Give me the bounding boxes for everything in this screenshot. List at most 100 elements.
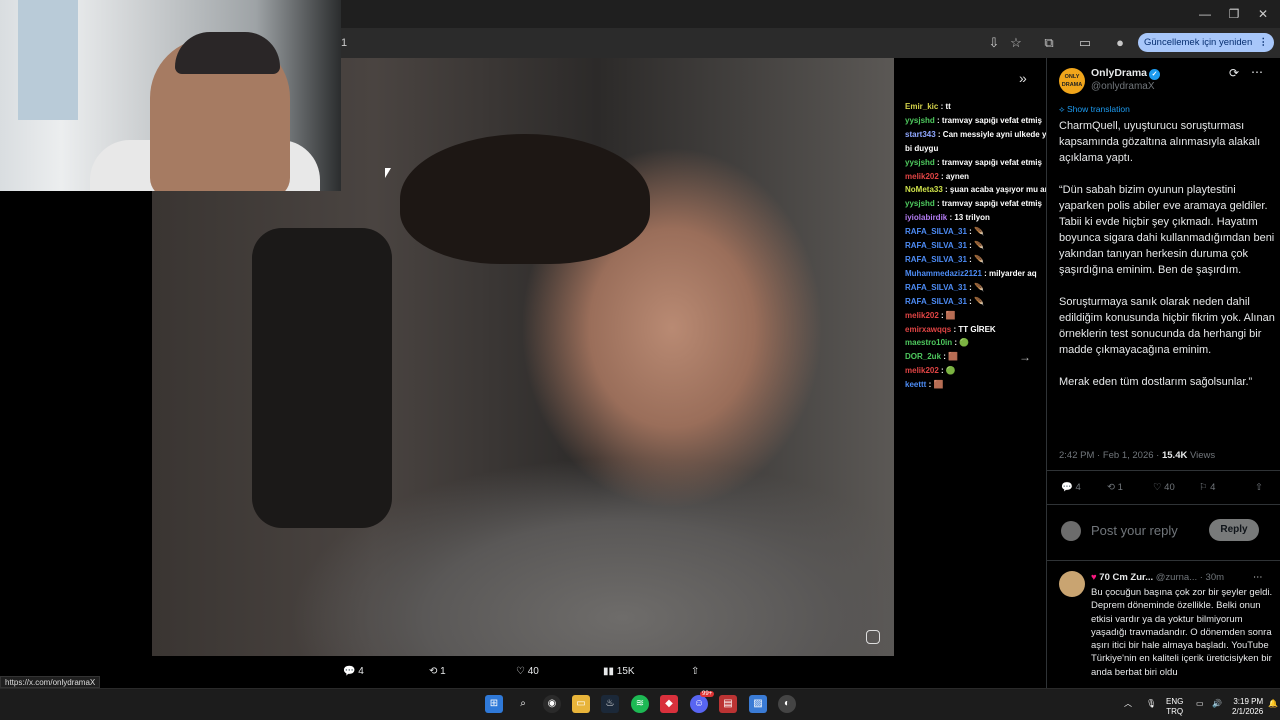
chat-username[interactable]: RAFA_SILVA_31 [905, 255, 967, 264]
chat-username[interactable]: keettt [905, 380, 926, 389]
author-handle[interactable]: @onlydramaX [1091, 81, 1155, 92]
bookmark-action[interactable]: ⚐ 4 [1199, 482, 1215, 493]
reply-more-icon[interactable]: ⋯ [1253, 572, 1263, 583]
reply-author-name[interactable]: 70 Cm Zur... [1099, 572, 1153, 583]
reply-time[interactable]: · 30m [1200, 572, 1224, 583]
chrome-icon[interactable]: ◉ [543, 695, 561, 713]
chat-username[interactable]: yysjshd [905, 116, 935, 125]
maximize-button[interactable]: ❐ [1219, 4, 1249, 24]
media-like-action[interactable]: ♡ 40 [516, 662, 539, 682]
microphone-icon[interactable]: 🎙 [1146, 699, 1156, 709]
discord-badge: 99+ [700, 691, 715, 697]
discord-icon[interactable]: ☺ [690, 695, 708, 713]
language-indicator[interactable]: ENG TRQ [1166, 697, 1183, 717]
chat-message: RAFA_SILVA_31 : 🪶 [894, 281, 1054, 295]
repost-action[interactable]: ⟲ 1 [1107, 482, 1123, 493]
address-bar[interactable]: 1 [341, 34, 961, 52]
close-button[interactable]: ✕ [1248, 4, 1278, 24]
reply-author-avatar[interactable] [1059, 571, 1085, 597]
profile-avatar-icon[interactable]: ● [1111, 34, 1129, 52]
tweet-paragraph: CharmQuell, uyuşturucu soruşturması kaps… [1059, 120, 1261, 164]
chat-username[interactable]: yysjshd [905, 199, 935, 208]
heart-emoji-icon: ♥ [1091, 572, 1097, 583]
verified-badge-icon: ✓ [1149, 69, 1161, 80]
search-icon[interactable]: ⌕ [514, 695, 532, 713]
author-name[interactable]: OnlyDrama [1091, 67, 1147, 79]
app-red-icon[interactable]: ◆ [660, 695, 678, 713]
tweet-timestamp[interactable]: 2:42 PM · Feb 1, 2026 · [1059, 450, 1162, 461]
chat-text: : Can messiyle ayni ulkede yasamak nasil [937, 129, 1054, 139]
chat-username[interactable]: start343 [905, 130, 936, 139]
cast-icon[interactable]: ▭ [1076, 34, 1094, 52]
extensions-icon[interactable]: ⧉ [1040, 34, 1058, 52]
network-icon[interactable]: ▭ [1196, 699, 1204, 709]
obs-icon[interactable]: ◐ [778, 695, 796, 713]
next-arrow-icon[interactable]: → [1019, 350, 1031, 364]
media-reply-action[interactable]: 💬 4 [343, 662, 364, 682]
grok-icon[interactable]: ⟳ [1229, 66, 1239, 80]
reply-input[interactable]: Post your reply [1091, 523, 1178, 538]
reply-author-handle[interactable]: @zurna... [1156, 572, 1197, 583]
steam-icon[interactable]: ♨ [601, 695, 619, 713]
chat-username[interactable]: RAFA_SILVA_31 [905, 283, 967, 292]
webcam-window-shape [18, 0, 78, 120]
minimize-button[interactable]: — [1190, 4, 1220, 24]
like-action[interactable]: ♡ 40 [1153, 482, 1175, 493]
tweet-panel: ONLY DRAMA OnlyDrama ✓ @onlydramaX ⟳ ⋯ ⟡ … [1046, 58, 1280, 688]
clock[interactable]: 3:19 PM 2/1/2026 [1232, 697, 1263, 717]
chat-username[interactable]: RAFA_SILVA_31 [905, 241, 967, 250]
reply-button[interactable]: Reply [1209, 519, 1259, 541]
photos-icon[interactable]: ▨ [749, 695, 767, 713]
chat-username[interactable]: RAFA_SILVA_31 [905, 297, 967, 306]
browser-menu-icon[interactable]: ⋮ [1259, 33, 1269, 52]
author-avatar[interactable]: ONLY DRAMA [1059, 68, 1085, 94]
chat-message: RAFA_SILVA_31 : 🪶 [894, 239, 1054, 253]
chat-message: melik202 : 🟢 [894, 364, 1054, 378]
chat-message: yysjshd : tramvay sapığı vefat etmiş [894, 156, 1054, 170]
collapse-chevron-icon[interactable]: » [1019, 70, 1027, 86]
media-views-action[interactable]: ▮▮ 15K [603, 662, 635, 682]
chat-username[interactable]: DOR_2uk [905, 352, 941, 361]
bookmark-star-icon[interactable]: ☆ [1007, 34, 1025, 52]
winrar-icon[interactable]: ▤ [719, 695, 737, 713]
chat-message: melik202 : aynen [894, 170, 1054, 184]
file-explorer-icon[interactable]: ▭ [572, 695, 590, 713]
media-share-icon[interactable]: ⇧ [691, 662, 699, 682]
reply-action[interactable]: 💬 4 [1061, 482, 1081, 493]
user-avatar [1061, 521, 1081, 541]
chat-text: : 🪶 [966, 282, 985, 292]
taskbar: ⊞ ⌕ ◉ ▭ ♨ ≋ ◆ ☺ 99+ ▤ ▨ ◐ ︿ 🎙 ENG TRQ ▭ … [0, 688, 1280, 720]
chat-message: RAFA_SILVA_31 : 🪶 [894, 225, 1054, 239]
chat-username[interactable]: melik202 [905, 172, 939, 181]
chat-username[interactable]: emirxawqqs [905, 325, 951, 334]
chat-username[interactable]: Emir_kic [905, 102, 938, 111]
bookmark-count: 4 [1210, 482, 1216, 493]
chat-username[interactable]: maestro10in [905, 338, 952, 347]
chat-message: start343 : Can messiyle ayni ulkede yasa… [894, 128, 1054, 142]
chat-username[interactable]: RAFA_SILVA_31 [905, 227, 967, 236]
show-translation-link[interactable]: ⟡ Show translation [1059, 104, 1130, 115]
windows-start-icon[interactable]: ⊞ [485, 695, 503, 713]
tweet-meta: 2:42 PM · Feb 1, 2026 · 15.4K Views [1059, 450, 1215, 461]
chat-text: : şuan acaba yaşıyor mu ami [942, 185, 1054, 195]
chat-username[interactable]: yysjshd [905, 158, 935, 167]
chat-message: NoMeta33 : şuan acaba yaşıyor mu ami [894, 183, 1054, 197]
chat-username[interactable]: iyiolabirdik [905, 213, 947, 222]
update-restart-button[interactable]: Güncellemek için yeniden başlat ⋮ [1138, 33, 1274, 67]
notification-icon[interactable]: 🔔 [1268, 699, 1278, 709]
picture-in-picture-icon[interactable] [866, 630, 880, 644]
author-name-row[interactable]: OnlyDrama ✓ [1091, 67, 1161, 80]
chat-username[interactable]: melik202 [905, 311, 939, 320]
chat-username[interactable]: melik202 [905, 366, 939, 375]
spotify-icon[interactable]: ≋ [631, 695, 649, 713]
media-repost-action[interactable]: ⟲ 1 [429, 662, 446, 682]
share-icon[interactable]: ⇧ [1255, 482, 1263, 493]
more-options-icon[interactable]: ⋯ [1251, 65, 1263, 79]
chat-text: : 🟫 [941, 352, 959, 362]
chat-text: : tramvay sapığı vefat etmiş [934, 115, 1042, 125]
install-app-icon[interactable]: ⇩ [985, 34, 1003, 52]
chat-username[interactable]: NoMeta33 [905, 185, 943, 194]
chat-username[interactable]: Muhammedaziz2121 [905, 269, 982, 278]
volume-icon[interactable]: 🔊 [1212, 699, 1222, 709]
tray-chevron-icon[interactable]: ︿ [1124, 699, 1132, 709]
